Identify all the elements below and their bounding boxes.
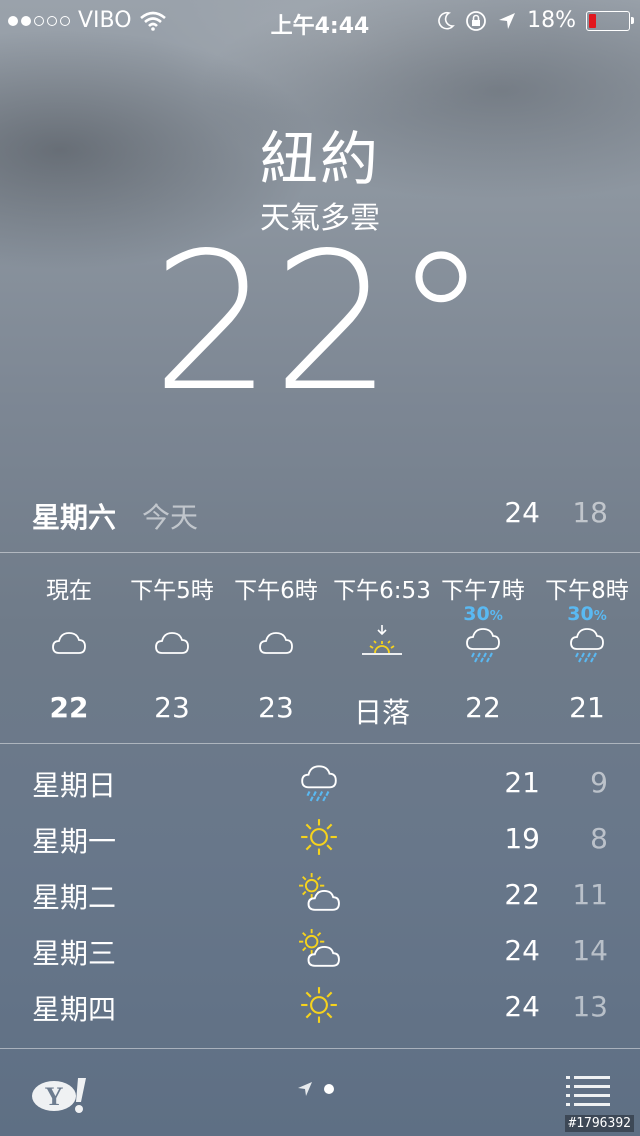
daily-row: 星期一 19 8 (0, 816, 640, 872)
yahoo-logo[interactable]: Y (30, 1072, 90, 1116)
hourly-icon (49, 623, 89, 663)
partly-cloudy-icon (299, 929, 340, 967)
daily-day: 星期二 (32, 881, 117, 914)
hourly-icon (152, 623, 192, 663)
hourly-icon (256, 623, 296, 663)
daily-low: 8 (590, 822, 608, 855)
daily-day: 星期日 (32, 769, 117, 802)
moon-icon (438, 11, 455, 30)
hourly-temp: 22 (49, 691, 89, 724)
current-temperature: 22° (151, 212, 489, 433)
daily-high: 24 (504, 934, 540, 967)
today-high: 24 (504, 496, 540, 529)
hourly-time: 下午6時 (234, 578, 318, 604)
battery-icon (586, 10, 634, 31)
sunset-icon (362, 625, 402, 655)
daily-row: 星期四 24 13 (0, 984, 640, 1040)
rain-cloud-icon (570, 628, 604, 663)
hourly-temp: 23 (258, 691, 294, 724)
daily-day: 星期四 (32, 993, 117, 1026)
daily-day: 星期三 (32, 937, 117, 970)
daily-low: 14 (572, 934, 608, 967)
page-indicator[interactable] (296, 1080, 334, 1098)
daily-high: 21 (504, 766, 540, 799)
daily-row: 星期三 24 14 (0, 928, 640, 984)
hourly-time: 下午7時 (441, 578, 525, 604)
hourly-temp: 22 (465, 691, 501, 724)
daily-icon (298, 928, 340, 970)
hourly-icon (567, 623, 607, 663)
today-row: 星期六 今天 24 18 (32, 496, 610, 540)
cloud-icon (155, 632, 189, 654)
hourly-time: 下午5時 (130, 578, 214, 604)
hourly-temp: 23 (154, 691, 190, 724)
hourly-time: 下午8時 (545, 578, 629, 604)
daily-icon (298, 872, 340, 914)
daily-row: 星期日 21 9 (0, 760, 640, 816)
cloud-icon (259, 632, 293, 654)
rotation-lock-icon (466, 10, 486, 31)
hourly-temp: 日落 (353, 696, 410, 729)
today-label: 今天 (142, 501, 199, 534)
hourly-forecast[interactable]: 現在 22 下午5時 23 下午6時 23 下午6:53 日落 下午7時 30%… (0, 553, 640, 743)
rain-cloud-icon (301, 765, 337, 802)
daily-row: 星期二 22 11 (0, 872, 640, 928)
precip-chance: 30% (567, 603, 607, 625)
svg-text:Y: Y (45, 1082, 64, 1111)
daily-icon (298, 760, 340, 802)
watermark: #1796392 (565, 1115, 634, 1132)
list-icon[interactable] (566, 1076, 610, 1106)
location-arrow-icon (499, 12, 516, 29)
precip-chance: 30% (463, 603, 503, 625)
hourly-icon (463, 623, 503, 663)
daily-high: 22 (504, 878, 540, 911)
daily-high: 24 (504, 990, 540, 1023)
battery-percent: 18% (527, 8, 576, 33)
sun-icon (301, 819, 337, 855)
daily-icon (298, 816, 340, 858)
partly-cloudy-icon (299, 873, 340, 911)
today-low: 18 (572, 496, 608, 529)
divider (0, 1048, 640, 1049)
hourly-time: 下午6:53 (333, 578, 431, 604)
status-right: 18% (437, 8, 634, 33)
daily-low: 9 (590, 766, 608, 799)
today-day: 星期六 (32, 501, 117, 534)
cloud-icon (52, 632, 86, 654)
hourly-icon (362, 623, 402, 663)
page-dot (324, 1084, 334, 1094)
daily-low: 11 (572, 878, 608, 911)
rain-cloud-icon (466, 628, 500, 663)
daily-day: 星期一 (32, 825, 117, 858)
location-arrow-icon (298, 1082, 312, 1096)
status-bar: VIBO 上午4:44 18% (0, 0, 640, 40)
city-name: 紐約 (259, 125, 380, 193)
daily-low: 13 (572, 990, 608, 1023)
daily-high: 19 (504, 822, 540, 855)
daily-icon (298, 984, 340, 1026)
hourly-time: 現在 (46, 578, 92, 604)
hourly-temp: 21 (569, 691, 605, 724)
sun-icon (301, 987, 337, 1023)
divider (0, 743, 640, 744)
